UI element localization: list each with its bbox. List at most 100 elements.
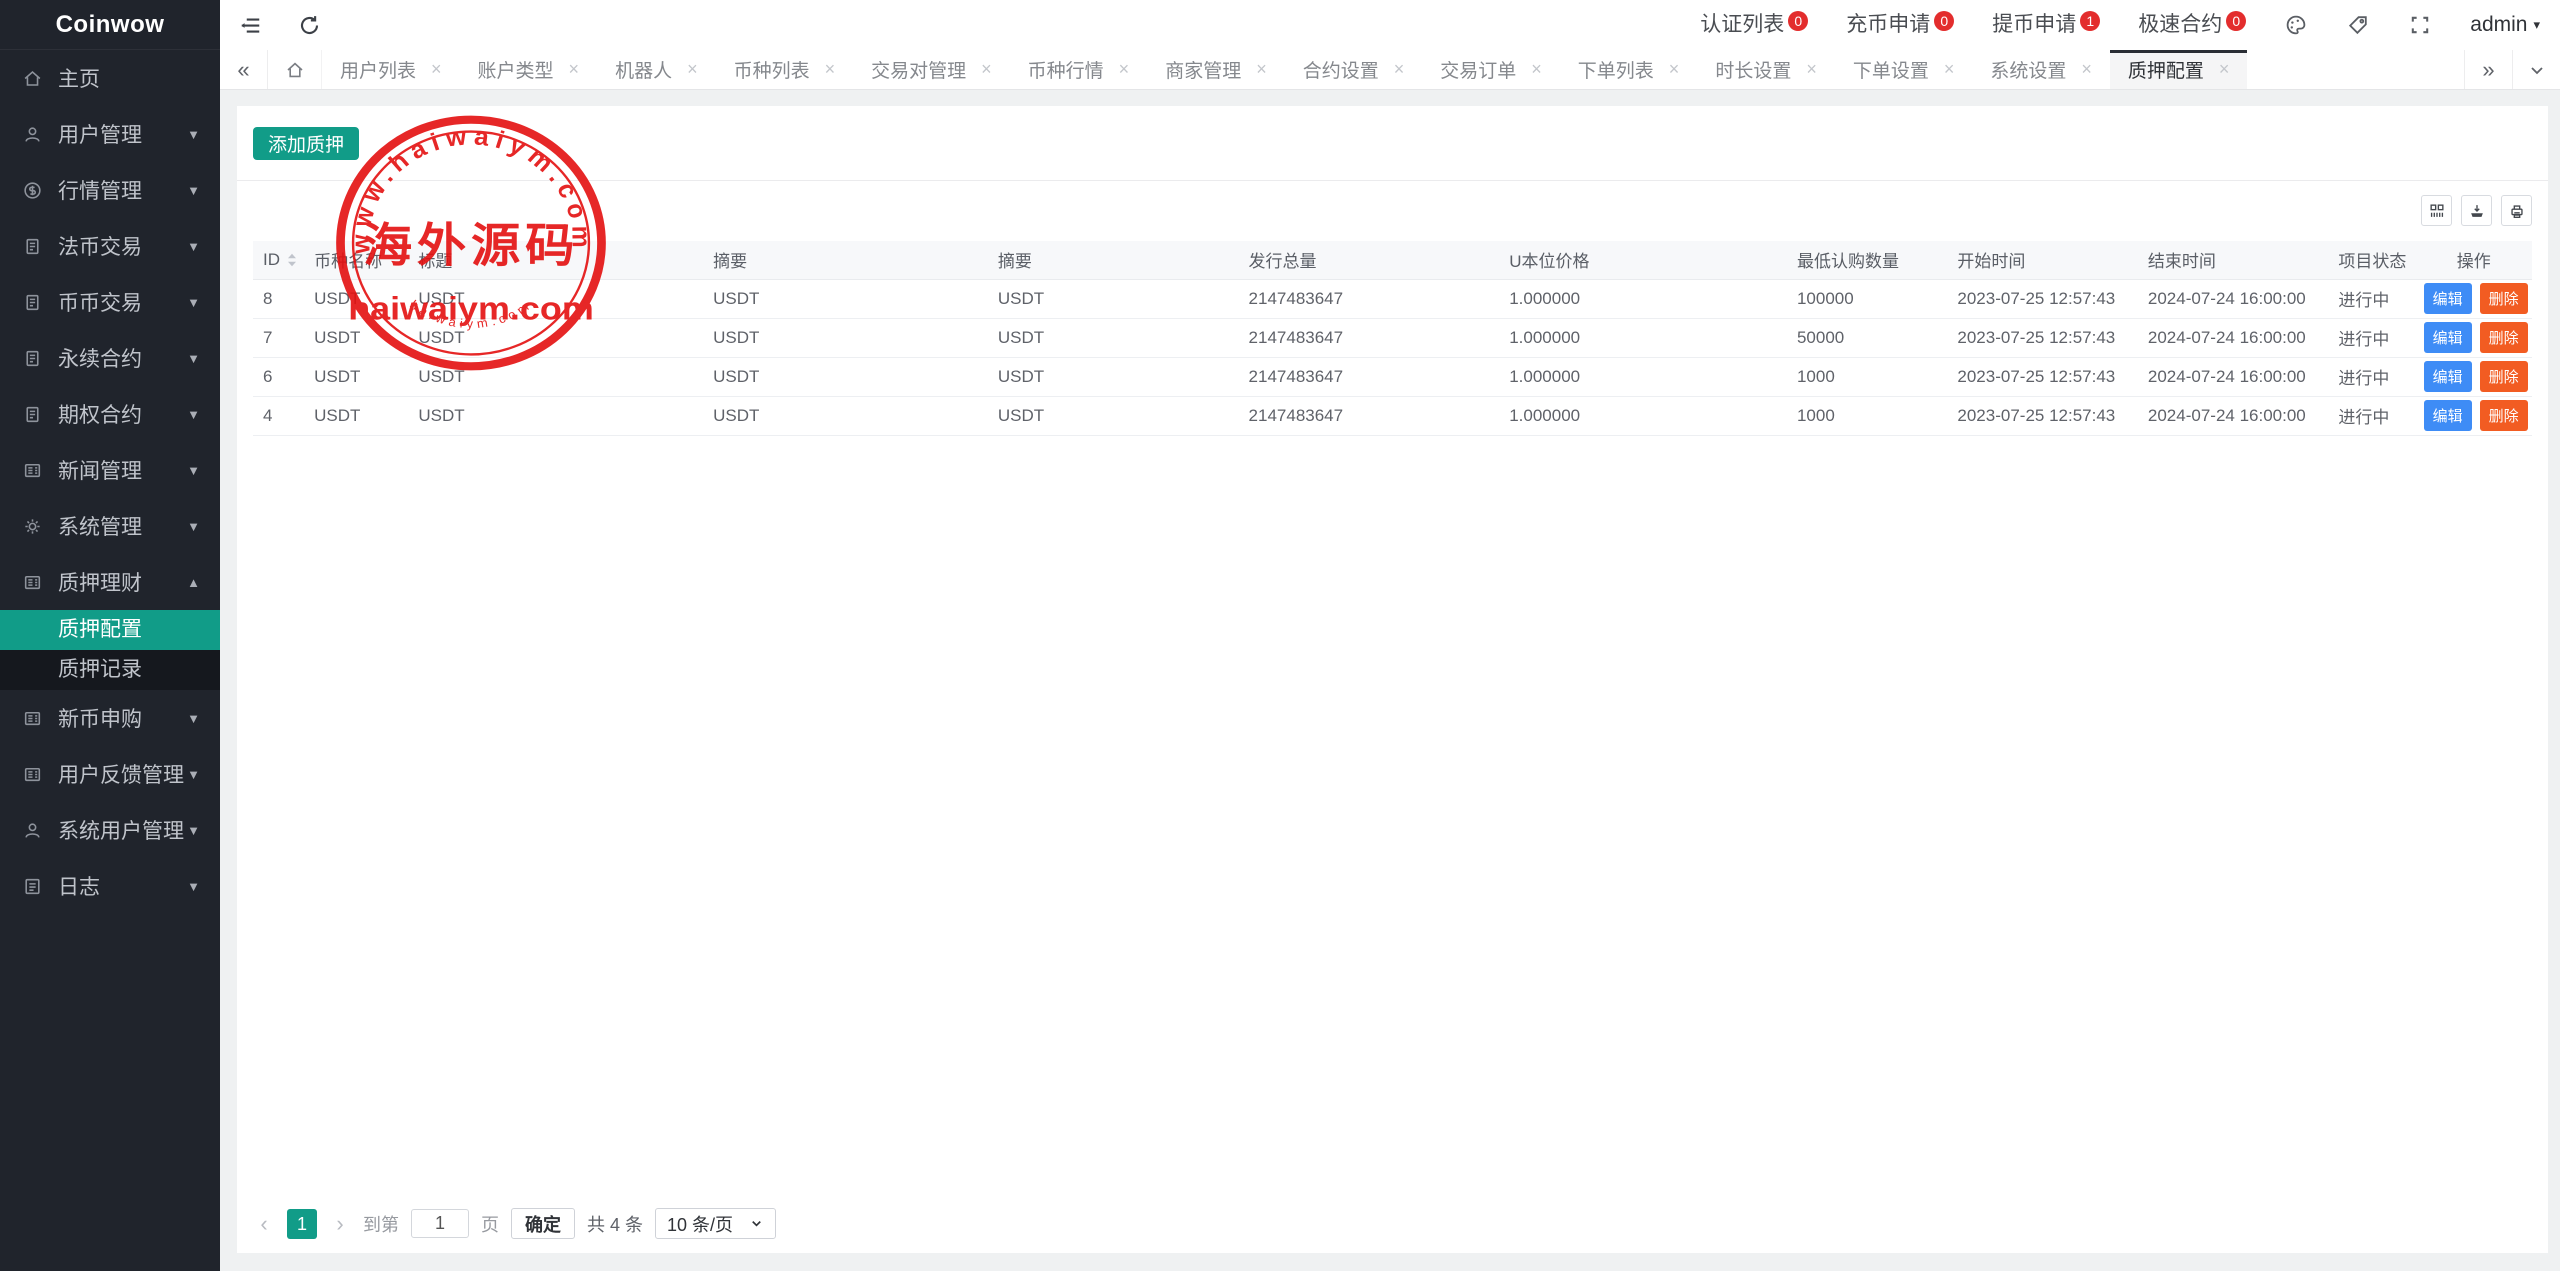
export-button[interactable] [2461, 195, 2492, 226]
sidebar-item[interactable]: 系统管理▼ [0, 498, 220, 554]
close-tab-icon[interactable]: × [1119, 59, 1130, 80]
table-column-header[interactable]: 摘要 [703, 241, 988, 279]
edit-button[interactable]: 编辑 [2424, 400, 2472, 431]
sort-icon[interactable] [286, 252, 298, 268]
close-tab-icon[interactable]: × [825, 59, 836, 80]
page-size-select[interactable]: 10 条/页 [655, 1208, 776, 1239]
collapse-sidebar-icon[interactable] [238, 13, 263, 38]
table-column-header[interactable]: 项目状态 [2328, 241, 2415, 279]
tab-item[interactable]: 币种行情× [1010, 50, 1148, 89]
chevron-down-icon: ▼ [187, 183, 200, 198]
sidebar-subitem[interactable]: 质押配置 [0, 610, 220, 650]
topbar-nav-item[interactable]: 极速合约0 [2138, 11, 2246, 39]
sidebar-item[interactable]: 永续合约▼ [0, 330, 220, 386]
topbar-nav-item[interactable]: 提币申请1 [1992, 11, 2100, 39]
home-tab[interactable] [268, 50, 322, 89]
close-tab-icon[interactable]: × [1394, 59, 1405, 80]
sidebar-item[interactable]: 用户管理▼ [0, 106, 220, 162]
close-tab-icon[interactable]: × [1944, 59, 1955, 80]
sidebar-item-label: 新闻管理 [58, 455, 142, 485]
next-page-button[interactable]: › [329, 1211, 351, 1237]
tab-item[interactable]: 机器人× [597, 50, 716, 89]
sidebar-item[interactable]: 新闻管理▼ [0, 442, 220, 498]
close-tab-icon[interactable]: × [1669, 59, 1680, 80]
close-tab-icon[interactable]: × [569, 59, 580, 80]
refresh-icon[interactable] [297, 13, 322, 38]
topbar: 认证列表0 充币申请0 提币申请1 极速合约0 admin ▾ [220, 0, 2560, 50]
topbar-nav-item[interactable]: 认证列表0 [1700, 11, 1808, 39]
columns-filter-button[interactable] [2421, 195, 2452, 226]
sidebar-item[interactable]: 日志▼ [0, 858, 220, 914]
table-column-header[interactable]: 标题 [408, 241, 703, 279]
delete-button[interactable]: 删除 [2480, 361, 2528, 392]
close-tab-icon[interactable]: × [2081, 59, 2092, 80]
tab-item[interactable]: 交易对管理× [853, 50, 1010, 89]
table-column-header[interactable]: U本位价格 [1499, 241, 1787, 279]
table-cell: 1.000000 [1499, 357, 1787, 396]
close-tab-icon[interactable]: × [1256, 59, 1267, 80]
table-cell: 进行中 [2328, 357, 2415, 396]
table-cell: 2024-07-24 16:00:00 [2138, 318, 2329, 357]
sidebar-subitem[interactable]: 质押记录 [0, 650, 220, 690]
tab-item[interactable]: 下单设置× [1835, 50, 1973, 89]
tab-item[interactable]: 时长设置× [1697, 50, 1835, 89]
tab-item[interactable]: 合约设置× [1285, 50, 1423, 89]
prev-page-button[interactable]: ‹ [253, 1211, 275, 1237]
sidebar-item[interactable]: 法币交易▼ [0, 218, 220, 274]
user-menu[interactable]: admin ▾ [2470, 13, 2540, 37]
tab-item[interactable]: 账户类型× [460, 50, 598, 89]
add-pledge-button[interactable]: 添加质押 [253, 127, 359, 160]
close-tab-icon[interactable]: × [687, 59, 698, 80]
table-column-header[interactable]: 结束时间 [2138, 241, 2329, 279]
sidebar-item[interactable]: 用户反馈管理▼ [0, 746, 220, 802]
delete-button[interactable]: 删除 [2480, 322, 2528, 353]
table-column-header[interactable]: 币种名称 [304, 241, 408, 279]
tab-item[interactable]: 下单列表× [1560, 50, 1698, 89]
chevron-down-icon: ▼ [187, 239, 200, 254]
sidebar-item[interactable]: 主页 [0, 50, 220, 106]
delete-button[interactable]: 删除 [2480, 400, 2528, 431]
tab-item[interactable]: 用户列表× [322, 50, 460, 89]
delete-button[interactable]: 删除 [2480, 283, 2528, 314]
table-column-header[interactable]: 操作 [2416, 241, 2532, 279]
table-column-header[interactable]: ID [253, 241, 304, 279]
tab-item[interactable]: 商家管理× [1147, 50, 1285, 89]
table-column-header[interactable]: 发行总量 [1239, 241, 1500, 279]
sidebar-item[interactable]: 质押理财▲ [0, 554, 220, 610]
sidebar-item-label: 新币申购 [58, 703, 142, 733]
close-tab-icon[interactable]: × [1531, 59, 1542, 80]
tab-item[interactable]: 交易订单× [1422, 50, 1560, 89]
topbar-nav-item[interactable]: 充币申请0 [1846, 11, 1954, 39]
table-column-header[interactable]: 开始时间 [1947, 241, 2138, 279]
theme-palette-icon[interactable] [2284, 13, 2308, 37]
close-tab-icon[interactable]: × [981, 59, 992, 80]
goto-page-input[interactable] [411, 1209, 469, 1238]
tab-item[interactable]: 质押配置× [2110, 50, 2248, 89]
edit-button[interactable]: 编辑 [2424, 322, 2472, 353]
edit-button[interactable]: 编辑 [2424, 361, 2472, 392]
print-button[interactable] [2501, 195, 2532, 226]
sidebar-item[interactable]: 新币申购▼ [0, 690, 220, 746]
close-tab-icon[interactable]: × [431, 59, 442, 80]
tabs-scroll-right-button[interactable]: » [2464, 50, 2512, 89]
edit-button[interactable]: 编辑 [2424, 283, 2472, 314]
tabs-dropdown-button[interactable] [2512, 50, 2560, 89]
close-tab-icon[interactable]: × [1806, 59, 1817, 80]
sidebar-item[interactable]: 行情管理▼ [0, 162, 220, 218]
table-column-header[interactable]: 摘要 [988, 241, 1239, 279]
sidebar-item[interactable]: 系统用户管理▼ [0, 802, 220, 858]
table-column-header[interactable]: 最低认购数量 [1787, 241, 1947, 279]
sidebar-item[interactable]: 期权合约▼ [0, 386, 220, 442]
current-page-button[interactable]: 1 [287, 1209, 317, 1239]
log-icon [22, 876, 58, 897]
sidebar-item[interactable]: 币币交易▼ [0, 274, 220, 330]
close-tab-icon[interactable]: × [2219, 59, 2230, 80]
notification-badge: 0 [1934, 11, 1954, 31]
tag-icon[interactable] [2346, 13, 2370, 37]
tabs-scroll-left-button[interactable]: « [220, 50, 268, 89]
fullscreen-icon[interactable] [2408, 13, 2432, 37]
tab-item[interactable]: 币种列表× [716, 50, 854, 89]
user-icon [22, 124, 58, 145]
goto-confirm-button[interactable]: 确定 [511, 1208, 575, 1239]
tab-item[interactable]: 系统设置× [1972, 50, 2110, 89]
